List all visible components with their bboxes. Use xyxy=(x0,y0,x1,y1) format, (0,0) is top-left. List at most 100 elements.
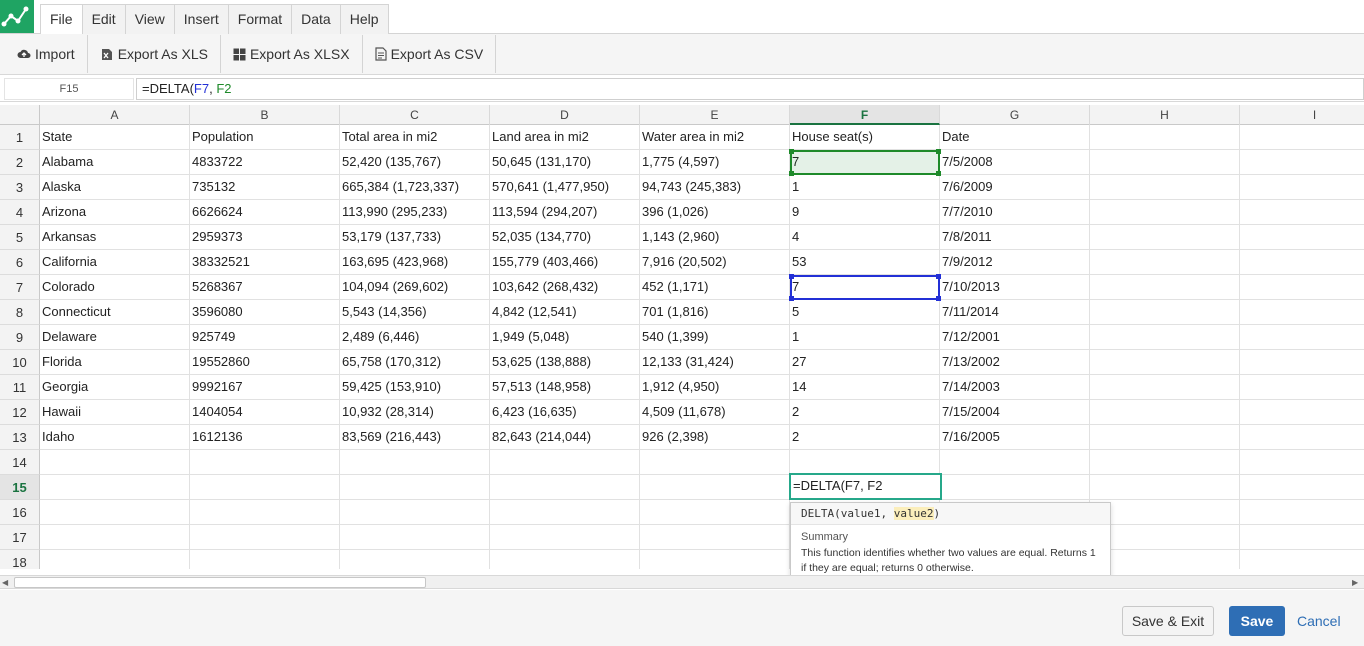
column-header-b[interactable]: B xyxy=(190,105,340,125)
cell-i15[interactable] xyxy=(1240,475,1364,500)
cell-h15[interactable] xyxy=(1090,475,1240,500)
formula-input[interactable]: =DELTA(F7, F2 xyxy=(136,78,1364,100)
cell-h14[interactable] xyxy=(1090,450,1240,475)
cell-c8[interactable]: 5,543 (14,356) xyxy=(340,300,490,325)
cell-d6[interactable]: 155,779 (403,466) xyxy=(490,250,640,275)
cell-c10[interactable]: 65,758 (170,312) xyxy=(340,350,490,375)
cell-i1[interactable] xyxy=(1240,125,1364,150)
cell-a3[interactable]: Alaska xyxy=(40,175,190,200)
row-header-2[interactable]: 2 xyxy=(0,150,40,175)
column-header-d[interactable]: D xyxy=(490,105,640,125)
cell-a2[interactable]: Alabama xyxy=(40,150,190,175)
cell-b8[interactable]: 3596080 xyxy=(190,300,340,325)
cell-i8[interactable] xyxy=(1240,300,1364,325)
selection-handle[interactable] xyxy=(936,274,941,279)
cell-h11[interactable] xyxy=(1090,375,1240,400)
row-header-14[interactable]: 14 xyxy=(0,450,40,475)
menu-tab-insert[interactable]: Insert xyxy=(173,4,229,34)
cell-b5[interactable]: 2959373 xyxy=(190,225,340,250)
cell-b14[interactable] xyxy=(190,450,340,475)
name-box[interactable]: F15 xyxy=(4,78,134,100)
cell-h6[interactable] xyxy=(1090,250,1240,275)
cell-a4[interactable]: Arizona xyxy=(40,200,190,225)
cell-g8[interactable]: 7/11/2014 xyxy=(940,300,1090,325)
cell-a8[interactable]: Connecticut xyxy=(40,300,190,325)
cell-d3[interactable]: 570,641 (1,477,950) xyxy=(490,175,640,200)
column-header-e[interactable]: E xyxy=(640,105,790,125)
menu-tab-help[interactable]: Help xyxy=(339,4,389,34)
cell-c5[interactable]: 53,179 (137,733) xyxy=(340,225,490,250)
selection-handle[interactable] xyxy=(789,171,794,176)
cell-g10[interactable]: 7/13/2002 xyxy=(940,350,1090,375)
cell-c15[interactable] xyxy=(340,475,490,500)
cell-b10[interactable]: 19552860 xyxy=(190,350,340,375)
cell-h18[interactable] xyxy=(1090,550,1240,569)
cell-e18[interactable] xyxy=(640,550,790,569)
cell-e6[interactable]: 7,916 (20,502) xyxy=(640,250,790,275)
cell-a1[interactable]: State xyxy=(40,125,190,150)
cell-i18[interactable] xyxy=(1240,550,1364,569)
row-header-9[interactable]: 9 xyxy=(0,325,40,350)
horizontal-scrollbar[interactable]: ◀ ▶ xyxy=(0,575,1364,589)
menu-tab-file[interactable]: File xyxy=(40,4,83,35)
cell-c18[interactable] xyxy=(340,550,490,569)
cell-h8[interactable] xyxy=(1090,300,1240,325)
cell-i14[interactable] xyxy=(1240,450,1364,475)
cell-i3[interactable] xyxy=(1240,175,1364,200)
cell-d7[interactable]: 103,642 (268,432) xyxy=(490,275,640,300)
export-xls-button[interactable]: Export As XLS xyxy=(88,35,221,73)
select-all-corner[interactable] xyxy=(0,105,40,125)
cell-f4[interactable]: 9 xyxy=(790,200,940,225)
cell-d16[interactable] xyxy=(490,500,640,525)
cell-c12[interactable]: 10,932 (28,314) xyxy=(340,400,490,425)
cell-g13[interactable]: 7/16/2005 xyxy=(940,425,1090,450)
cell-e16[interactable] xyxy=(640,500,790,525)
cell-a5[interactable]: Arkansas xyxy=(40,225,190,250)
save-button[interactable]: Save xyxy=(1229,606,1285,636)
menu-tab-data[interactable]: Data xyxy=(291,4,341,34)
cell-b3[interactable]: 735132 xyxy=(190,175,340,200)
cell-b4[interactable]: 6626624 xyxy=(190,200,340,225)
cell-a12[interactable]: Hawaii xyxy=(40,400,190,425)
row-header-5[interactable]: 5 xyxy=(0,225,40,250)
cell-d10[interactable]: 53,625 (138,888) xyxy=(490,350,640,375)
row-header-6[interactable]: 6 xyxy=(0,250,40,275)
cell-f14[interactable] xyxy=(790,450,940,475)
cell-e13[interactable]: 926 (2,398) xyxy=(640,425,790,450)
cell-h5[interactable] xyxy=(1090,225,1240,250)
cell-b11[interactable]: 9992167 xyxy=(190,375,340,400)
export-xlsx-button[interactable]: Export As XLSX xyxy=(221,35,363,73)
column-header-g[interactable]: G xyxy=(940,105,1090,125)
cell-a14[interactable] xyxy=(40,450,190,475)
cell-e12[interactable]: 4,509 (11,678) xyxy=(640,400,790,425)
cell-i4[interactable] xyxy=(1240,200,1364,225)
cell-d18[interactable] xyxy=(490,550,640,569)
cell-a13[interactable]: Idaho xyxy=(40,425,190,450)
cell-i2[interactable] xyxy=(1240,150,1364,175)
cell-b2[interactable]: 4833722 xyxy=(190,150,340,175)
cell-h10[interactable] xyxy=(1090,350,1240,375)
scrollbar-thumb[interactable] xyxy=(14,577,426,588)
cell-e5[interactable]: 1,143 (2,960) xyxy=(640,225,790,250)
cell-c1[interactable]: Total area in mi2 xyxy=(340,125,490,150)
cell-i10[interactable] xyxy=(1240,350,1364,375)
cell-h9[interactable] xyxy=(1090,325,1240,350)
cell-g5[interactable]: 7/8/2011 xyxy=(940,225,1090,250)
cell-f12[interactable]: 2 xyxy=(790,400,940,425)
cell-a17[interactable] xyxy=(40,525,190,550)
cell-e15[interactable] xyxy=(640,475,790,500)
cell-e1[interactable]: Water area in mi2 xyxy=(640,125,790,150)
spreadsheet-grid[interactable]: A B C D E F G H I 1 State Population Total area in m… xyxy=(0,105,1364,569)
cell-c2[interactable]: 52,420 (135,767) xyxy=(340,150,490,175)
cell-e8[interactable]: 701 (1,816) xyxy=(640,300,790,325)
cell-c11[interactable]: 59,425 (153,910) xyxy=(340,375,490,400)
cell-b12[interactable]: 1404054 xyxy=(190,400,340,425)
cell-b13[interactable]: 1612136 xyxy=(190,425,340,450)
selection-handle[interactable] xyxy=(789,149,794,154)
cell-i12[interactable] xyxy=(1240,400,1364,425)
cell-e9[interactable]: 540 (1,399) xyxy=(640,325,790,350)
cell-g14[interactable] xyxy=(940,450,1090,475)
cell-h16[interactable] xyxy=(1090,500,1240,525)
column-header-h[interactable]: H xyxy=(1090,105,1240,125)
cell-e2[interactable]: 1,775 (4,597) xyxy=(640,150,790,175)
